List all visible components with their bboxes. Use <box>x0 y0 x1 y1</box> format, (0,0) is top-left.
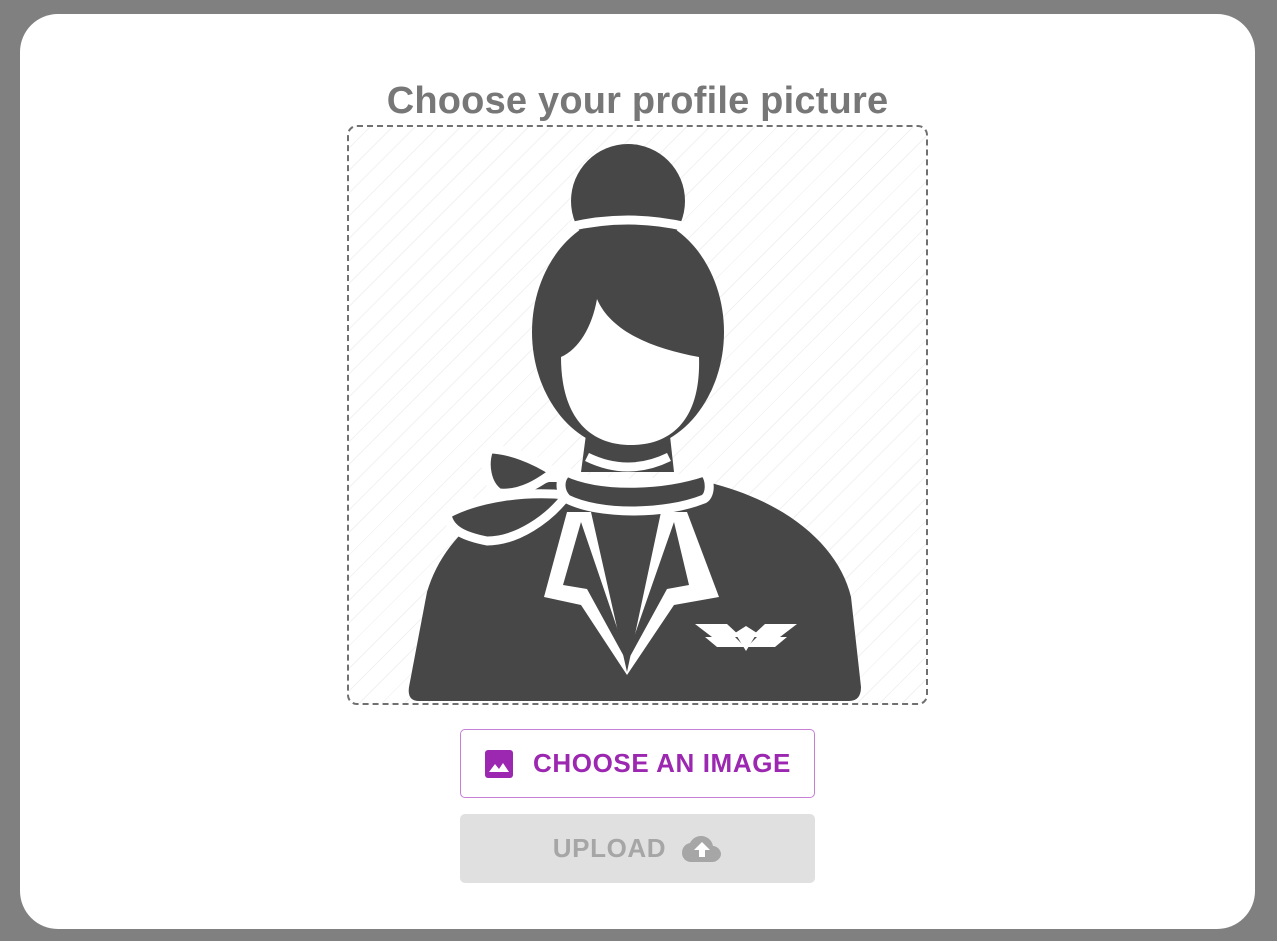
flight-attendant-avatar-icon <box>408 144 861 701</box>
choose-image-label: CHOOSE AN IMAGE <box>533 748 791 778</box>
upload-label: UPLOAD <box>552 833 667 863</box>
cloud-upload-icon <box>682 834 722 864</box>
profile-picture-dialog: Choose your profile picture CHOOSE AN IM… <box>20 14 1255 929</box>
page-title: Choose your profile picture <box>386 80 889 122</box>
choose-image-button[interactable]: CHOOSE AN IMAGE <box>460 729 815 798</box>
image-preview-dropzone[interactable] <box>347 125 928 705</box>
upload-button[interactable]: UPLOAD <box>460 814 815 883</box>
image-icon <box>484 749 514 779</box>
